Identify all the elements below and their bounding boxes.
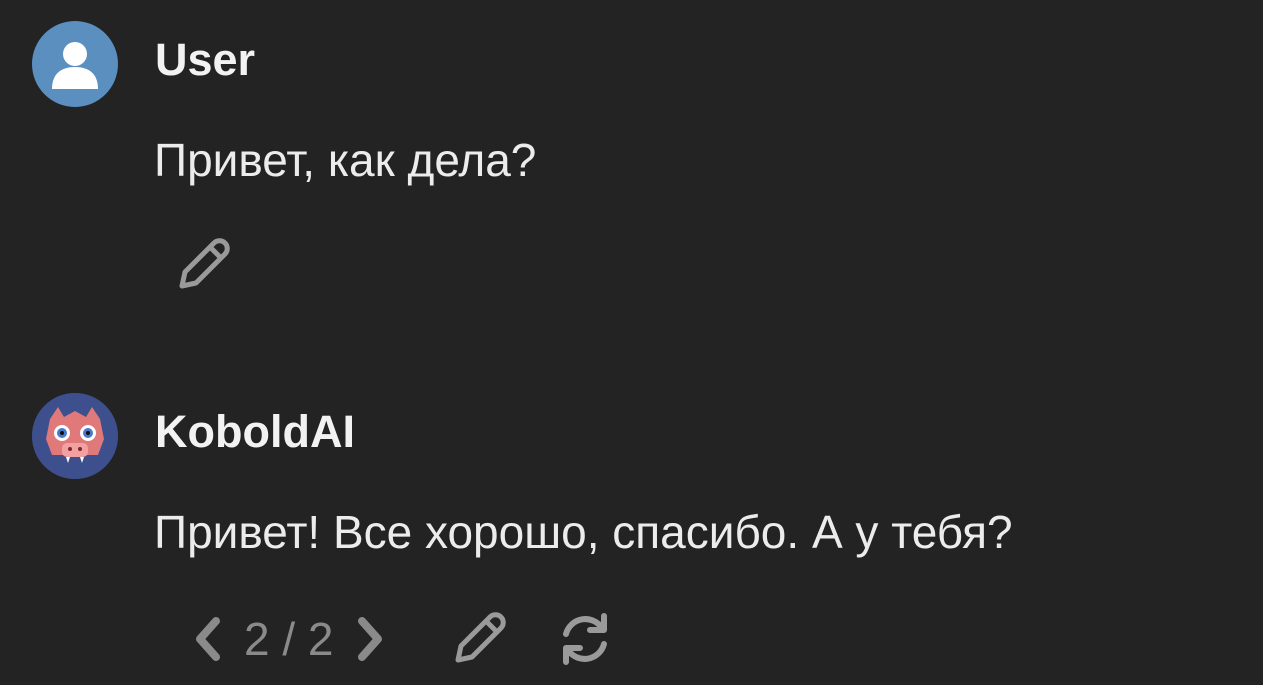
next-swipe-button[interactable]	[348, 609, 392, 669]
previous-swipe-button[interactable]	[186, 609, 230, 669]
user-avatar-icon	[52, 42, 98, 89]
regenerate-icon	[562, 613, 607, 665]
message-text: Привет! Все хорошо, спасибо. А у тебя?	[154, 506, 1013, 558]
message-author: User	[155, 34, 256, 85]
regenerate-button[interactable]	[552, 606, 618, 672]
message-author: KoboldAI	[155, 406, 355, 457]
kobold-avatar-icon	[32, 393, 118, 479]
edit-message-button[interactable]	[446, 606, 512, 672]
kobold-avatar	[32, 393, 118, 479]
chevron-left-icon	[196, 617, 220, 661]
message-actions: 2 / 2	[186, 606, 618, 672]
message-actions	[170, 232, 236, 298]
chevron-right-icon	[357, 617, 382, 661]
edit-icon	[455, 612, 506, 663]
swipe-counter: 2 / 2	[244, 613, 334, 665]
message-text: Привет, как дела?	[154, 134, 537, 186]
edit-message-button[interactable]	[170, 232, 236, 298]
user-avatar	[32, 21, 118, 107]
edit-icon	[179, 238, 230, 289]
